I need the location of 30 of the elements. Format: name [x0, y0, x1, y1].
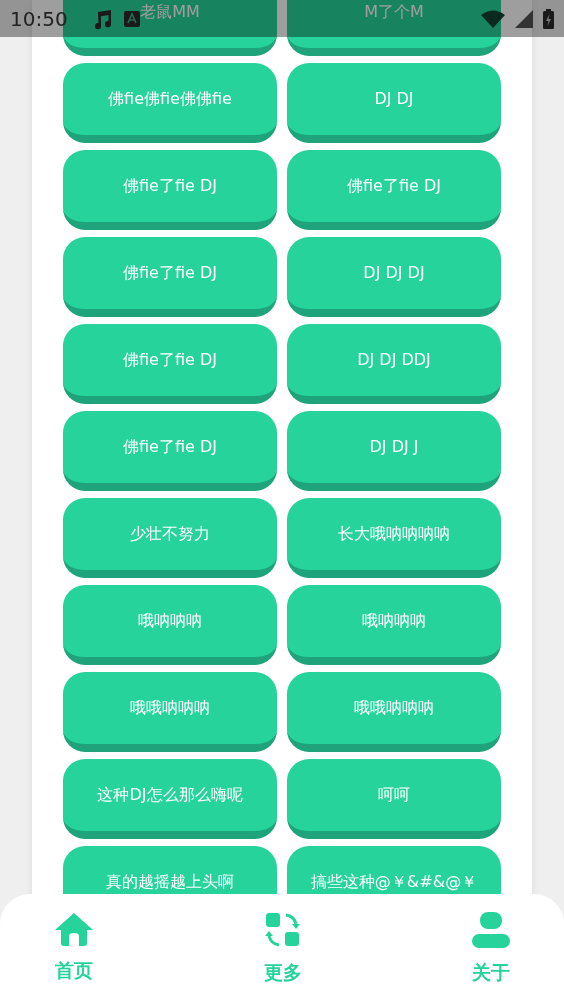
song-button[interactable]: 佛fie了fie DJ: [63, 324, 277, 404]
signal-icon: [515, 9, 533, 28]
song-button[interactable]: 少壮不努力: [63, 498, 277, 578]
song-button[interactable]: DJ DJ DJ: [287, 237, 501, 317]
song-button[interactable]: 真的越摇越上头啊: [63, 846, 277, 894]
song-button[interactable]: 佛fie了fie DJ: [63, 237, 277, 317]
song-button[interactable]: 呵呵: [287, 759, 501, 839]
song-button[interactable]: M了个M: [287, 0, 501, 56]
song-button[interactable]: 哦哦呐呐呐: [63, 672, 277, 752]
nav-tab[interactable]: 关于: [458, 894, 524, 1002]
song-button[interactable]: 搞些这种@￥&#&@￥: [287, 846, 501, 894]
song-button[interactable]: DJ DJ: [287, 63, 501, 143]
song-button[interactable]: 佛fie了fie DJ: [63, 150, 277, 230]
swap-icon: [265, 912, 301, 948]
song-button[interactable]: 哦呐呐呐: [63, 585, 277, 665]
song-button[interactable]: 哦呐呐呐: [287, 585, 501, 665]
person-icon: [472, 912, 510, 948]
song-button[interactable]: 佛fie了fie DJ: [287, 150, 501, 230]
nav-tab[interactable]: 首页: [40, 894, 108, 1002]
home-icon: [54, 912, 94, 946]
wifi-icon: [481, 9, 505, 28]
song-button[interactable]: 佛fie了fie DJ: [63, 411, 277, 491]
battery-charging-icon: [543, 8, 554, 29]
song-button[interactable]: DJ DJ DDJ: [287, 324, 501, 404]
song-button[interactable]: DJ DJ J: [287, 411, 501, 491]
song-button[interactable]: 哦哦呐呐呐: [287, 672, 501, 752]
song-button[interactable]: 这种DJ怎么那么嗨呢: [63, 759, 277, 839]
song-button[interactable]: 长大哦呐呐呐呐: [287, 498, 501, 578]
song-button[interactable]: 佛fie佛fie佛佛fie: [63, 63, 277, 143]
nav-tab[interactable]: 更多: [250, 894, 316, 1002]
